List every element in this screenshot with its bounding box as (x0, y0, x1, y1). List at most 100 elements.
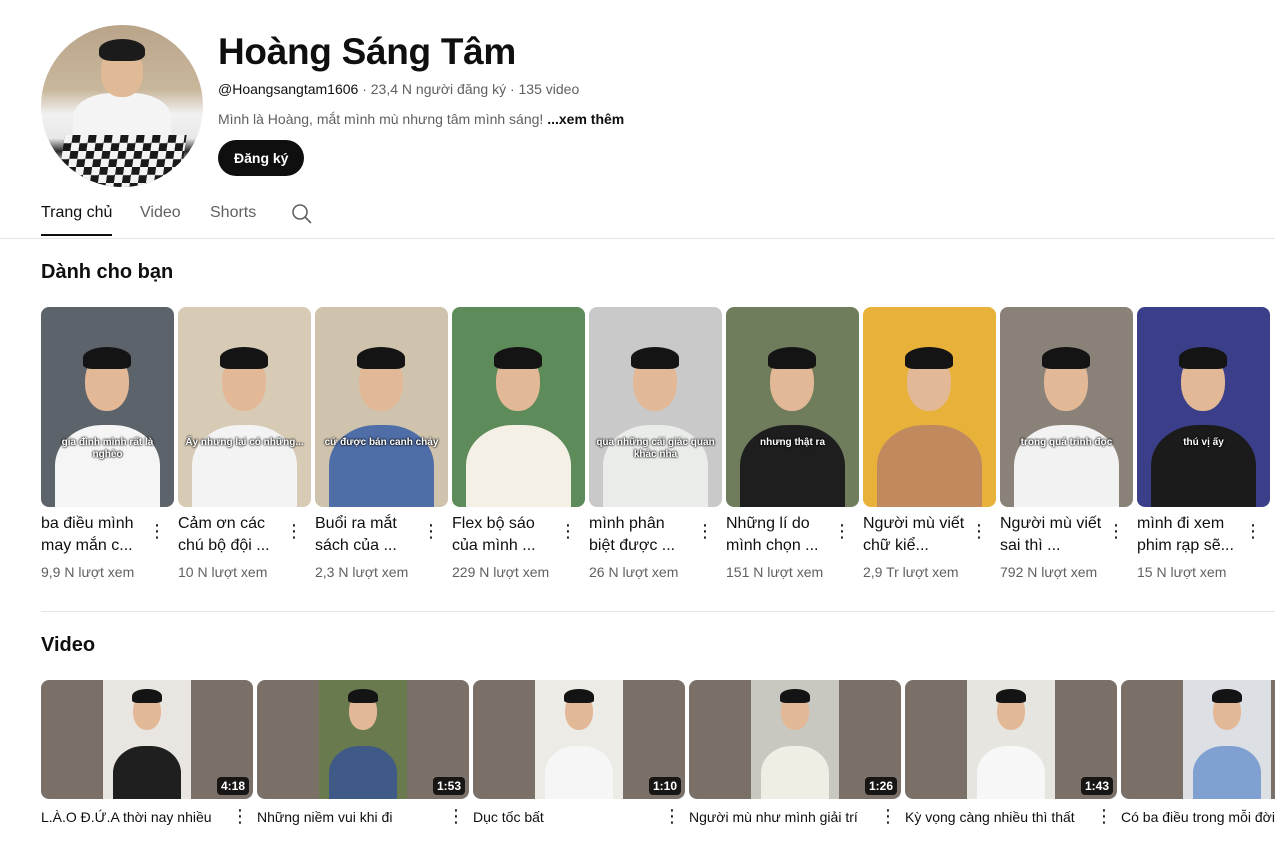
video-thumbnail[interactable]: 1:26 (689, 680, 901, 799)
thumbnail-person-body (329, 746, 397, 799)
avatar-hair (99, 39, 145, 61)
thumbnail-person-body (1193, 746, 1261, 799)
tab-videos[interactable]: Video (140, 204, 181, 222)
short-thumbnail[interactable]: nhưng thật ra (726, 307, 859, 507)
more-link[interactable]: ...xem thêm (547, 111, 624, 127)
more-vert-icon[interactable]: ⋮ (833, 519, 851, 543)
short-title[interactable]: mình phân biệt được ... (589, 513, 694, 557)
section-title-for-you: Dành cho bạn (41, 261, 174, 283)
short-views: 10 N lượt xem (178, 564, 268, 580)
short-caption: cứ được bán canh chảy (324, 437, 439, 448)
description-text: Mình là Hoàng, mắt mình mù nhưng tâm mìn… (218, 111, 544, 127)
channel-avatar[interactable] (41, 25, 203, 187)
short-card[interactable]: trong quá trình đọc Người mù viết sai thì… (1000, 307, 1133, 580)
thumbnail-person-body (977, 746, 1045, 799)
short-thumbnail[interactable]: qua những cái giác quan khác nha (589, 307, 722, 507)
video-title[interactable]: Dục tốc bất (473, 808, 663, 826)
video-card[interactable]: 4:18 L.À.O Đ.Ứ.A thời nay nhiều ⋮ (41, 680, 253, 826)
more-vert-icon[interactable]: ⋮ (696, 519, 714, 543)
short-title[interactable]: mình đi xem phim rạp sẽ... (1137, 513, 1242, 557)
thumbnail-person-hair (494, 347, 542, 369)
more-vert-icon[interactable]: ⋮ (148, 519, 166, 543)
thumbnail-person-body (761, 746, 829, 799)
short-thumbnail[interactable] (452, 307, 585, 507)
short-card[interactable]: Ấy nhưng lại có những... Cảm ơn các chú b… (178, 307, 311, 580)
video-title[interactable]: Những niềm vui khi đi (257, 808, 447, 826)
more-vert-icon[interactable]: ⋮ (1107, 519, 1125, 543)
tab-shorts[interactable]: Shorts (210, 204, 256, 222)
section-divider (41, 611, 1275, 612)
short-title[interactable]: Cảm ơn các chú bộ đội ... (178, 513, 283, 557)
short-thumbnail[interactable]: Ấy nhưng lại có những... (178, 307, 311, 507)
thumbnail-person-body (113, 746, 181, 799)
short-caption: gia đình mình rất là nghèo (61, 437, 154, 460)
meta-separator: · (509, 81, 515, 97)
short-title[interactable]: ba điều mình may mắn c... (41, 513, 146, 557)
short-card[interactable]: Flex bộ sáo của mình ... ⋮ 229 N lượt xem (452, 307, 585, 580)
more-vert-icon[interactable]: ⋮ (285, 519, 303, 543)
thumbnail-person-body (545, 746, 613, 799)
short-thumbnail[interactable]: cứ được bán canh chảy (315, 307, 448, 507)
video-title[interactable]: Người mù như mình giải trí (689, 808, 879, 826)
thumbnail-frame (103, 680, 191, 799)
thumbnail-person-hair (905, 347, 953, 369)
short-card[interactable]: qua những cái giác quan khác nha mình phâ… (589, 307, 722, 580)
section-title-videos[interactable]: Video (41, 634, 95, 657)
short-card[interactable]: thú vị ấy mình đi xem phim rạp sẽ... ⋮ 15 N… (1137, 307, 1270, 580)
more-vert-icon[interactable]: ⋮ (663, 804, 681, 828)
short-card[interactable]: gia đình mình rất là nghèo ba điều mình m… (41, 307, 174, 580)
more-vert-icon[interactable]: ⋮ (422, 519, 440, 543)
video-title[interactable]: Kỳ vọng càng nhiều thì thất (905, 808, 1095, 826)
more-vert-icon[interactable]: ⋮ (879, 804, 897, 828)
thumbnail-person-body (466, 425, 571, 507)
video-thumbnail[interactable] (1121, 680, 1275, 799)
short-title[interactable]: Người mù viết sai thì ... (1000, 513, 1105, 557)
video-thumbnail[interactable]: 1:43 (905, 680, 1117, 799)
video-thumbnail[interactable]: 1:10 (473, 680, 685, 799)
video-title[interactable]: L.À.O Đ.Ứ.A thời nay nhiều (41, 808, 231, 826)
video-title[interactable]: Có ba điều trong mỗi đời (1121, 808, 1275, 826)
more-vert-icon[interactable]: ⋮ (231, 804, 249, 828)
tab-home[interactable]: Trang chủ (41, 204, 113, 236)
video-duration: 4:18 (216, 777, 249, 795)
short-card[interactable]: Người mù viết chữ kiể... ⋮ 2,9 Tr lượt xem (863, 307, 996, 580)
video-card[interactable]: 1:26 Người mù như mình giải trí ⋮ (689, 680, 901, 826)
short-card[interactable]: nhưng thật ra Những lí do mình chọn ... ⋮ 1… (726, 307, 859, 580)
thumbnail-person-hair (1212, 689, 1242, 703)
more-vert-icon[interactable]: ⋮ (559, 519, 577, 543)
short-views: 229 N lượt xem (452, 564, 550, 580)
video-thumbnail[interactable]: 1:53 (257, 680, 469, 799)
short-title[interactable]: Người mù viết chữ kiể... (863, 513, 968, 557)
video-duration: 1:10 (648, 777, 681, 795)
more-vert-icon[interactable]: ⋮ (1095, 804, 1113, 828)
short-title[interactable]: Buổi ra mắt sách của ... (315, 513, 420, 557)
more-vert-icon[interactable]: ⋮ (970, 519, 988, 543)
video-duration: 1:26 (864, 777, 897, 795)
more-vert-icon[interactable]: ⋮ (1244, 519, 1262, 543)
short-title[interactable]: Flex bộ sáo của mình ... (452, 513, 557, 557)
thumbnail-frame (535, 680, 623, 799)
thumbnail-person-hair (564, 689, 594, 703)
short-views: 9,9 N lượt xem (41, 564, 135, 580)
short-thumbnail[interactable] (863, 307, 996, 507)
subscribe-button[interactable]: Đăng ký (218, 140, 305, 176)
short-thumbnail[interactable]: gia đình mình rất là nghèo (41, 307, 174, 507)
short-thumbnail[interactable]: trong quá trình đọc (1000, 307, 1133, 507)
video-card[interactable]: 1:53 Những niềm vui khi đi ⋮ (257, 680, 469, 826)
short-title[interactable]: Những lí do mình chọn ... (726, 513, 831, 557)
video-card[interactable]: 1:10 Dục tốc bất ⋮ (473, 680, 685, 826)
short-thumbnail[interactable]: thú vị ấy (1137, 307, 1270, 507)
short-views: 792 N lượt xem (1000, 564, 1098, 580)
short-caption: qua những cái giác quan khác nha (596, 437, 715, 460)
video-thumbnail[interactable]: 4:18 (41, 680, 253, 799)
video-card[interactable]: 1:43 Kỳ vọng càng nhiều thì thất ⋮ (905, 680, 1117, 826)
shorts-shelf: gia đình mình rất là nghèo ba điều mình m… (41, 307, 1275, 597)
more-vert-icon[interactable]: ⋮ (447, 804, 465, 828)
short-views: 15 N lượt xem (1137, 564, 1227, 580)
video-card[interactable]: Có ba điều trong mỗi đời⋮ (1121, 680, 1275, 825)
search-icon[interactable] (291, 203, 313, 225)
thumbnail-person-hair (996, 689, 1026, 703)
short-card[interactable]: cứ được bán canh chảy Buổi ra mắt sách củ… (315, 307, 448, 580)
thumbnail-person-hair (132, 689, 162, 703)
thumbnail-frame (967, 680, 1055, 799)
